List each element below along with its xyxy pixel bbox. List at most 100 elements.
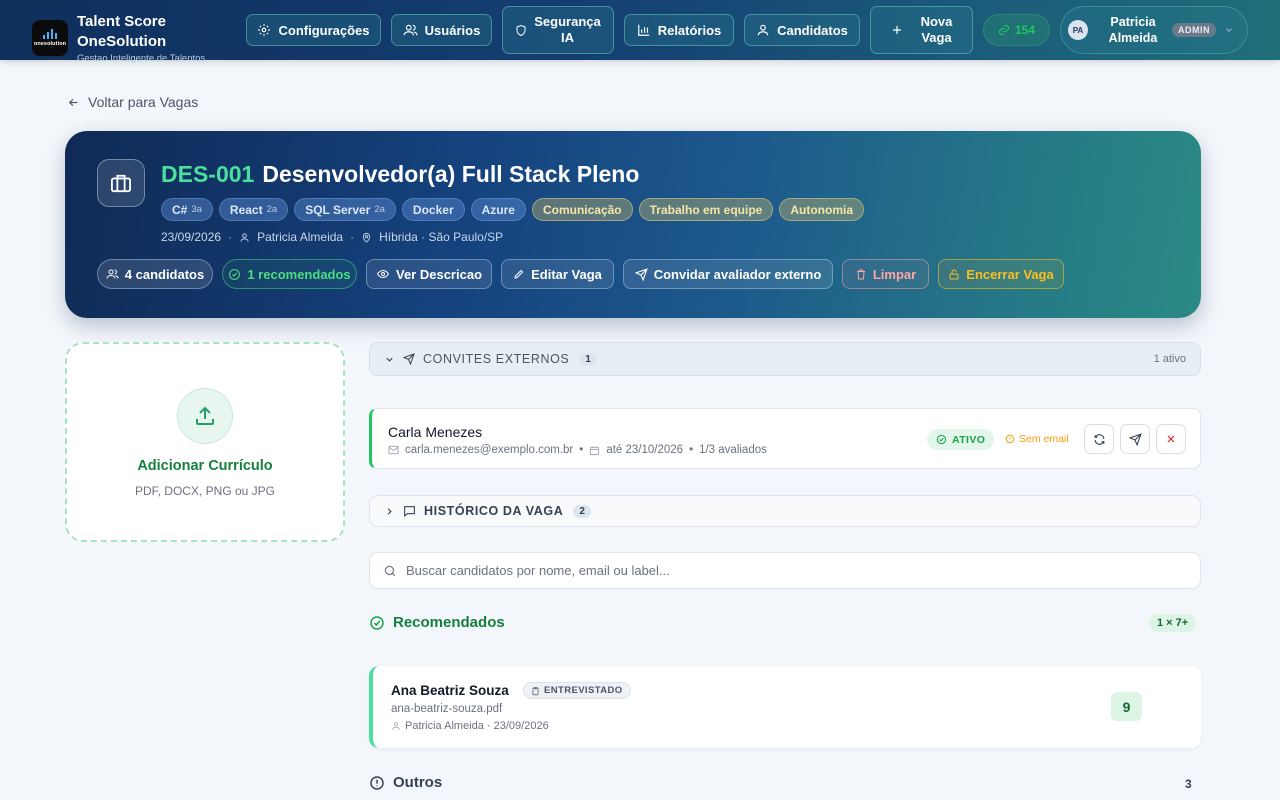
others-count: 3 — [1185, 777, 1192, 791]
link-icon — [998, 24, 1010, 36]
back-link[interactable]: Voltar para Vagas — [67, 94, 198, 110]
clear-button[interactable]: Limpar — [842, 259, 929, 289]
nav-nova-label-line2: Vaga — [921, 30, 952, 45]
nav-usuarios-label: Usuários — [424, 22, 481, 38]
candidates-count-button[interactable]: 4 candidatos — [97, 259, 213, 289]
refresh-icon — [1093, 433, 1106, 446]
recommended-count-button[interactable]: 1 recomendados — [222, 259, 357, 289]
brand-subtitle: Gestao Inteligente de Talentos — [77, 53, 206, 64]
logo-bars-icon — [43, 29, 57, 39]
revoke-button[interactable] — [1156, 424, 1186, 454]
recommended-count-badge: 1 × 7+ — [1149, 614, 1197, 632]
view-description-button[interactable]: Ver Descricao — [366, 259, 492, 289]
resend-button[interactable] — [1120, 424, 1150, 454]
nav-seguranca-label-line2: IA — [560, 30, 574, 45]
user-menu[interactable]: PA Patricia Almeida ADMIN — [1060, 6, 1248, 54]
nav-nova-label-line1: Nova — [920, 14, 953, 29]
candidate-search — [369, 552, 1201, 589]
invite-name: Carla Menezes — [388, 424, 483, 440]
tech-tag: React 2a — [218, 198, 289, 221]
recommended-header: Recomendados — [369, 614, 505, 631]
brand[interactable]: onesolution Talent Score OneSolution Ges… — [32, 12, 205, 64]
pencil-icon — [513, 268, 525, 280]
map-pin-icon — [361, 232, 372, 243]
tech-tag: Azure — [470, 198, 526, 221]
check-circle-icon — [369, 615, 385, 631]
nav-usuarios[interactable]: Usuários — [391, 14, 492, 46]
edit-job-button[interactable]: Editar Vaga — [501, 259, 614, 289]
role-badge: ADMIN — [1172, 23, 1216, 37]
users-icon — [403, 23, 418, 37]
logo-text: onesolution — [33, 41, 67, 47]
candidate-status-badge: ENTREVISTADO — [523, 682, 631, 699]
job-meta: 23/09/2026 · Patricia Almeida · Híbrida … — [161, 230, 504, 244]
nav-relatorios[interactable]: Relatórios — [624, 14, 734, 46]
alert-circle-icon — [1005, 434, 1015, 444]
user-icon — [756, 23, 770, 37]
status-badge: ATIVO — [927, 429, 995, 450]
upload-resume-dropzone[interactable]: Adicionar Currículo PDF, DOCX, PNG ou JP… — [65, 342, 345, 542]
search-input[interactable] — [406, 563, 1166, 578]
close-icon — [1165, 433, 1177, 445]
gear-icon — [257, 23, 271, 37]
clipboard-icon — [531, 686, 540, 696]
candidates-count-label: 4 candidatos — [124, 266, 205, 282]
arrow-left-icon — [67, 96, 80, 109]
user-name-line2: Almeida — [1108, 31, 1158, 45]
candidate-meta-text: Patricia Almeida · 23/09/2026 — [405, 720, 549, 732]
job-location: Híbrida · São Paulo/SP — [379, 230, 504, 244]
refresh-button[interactable] — [1084, 424, 1114, 454]
back-label: Voltar para Vagas — [88, 94, 199, 110]
credits-count: 154 — [1014, 23, 1036, 37]
user-icon — [239, 232, 250, 243]
candidate-file: ana-beatriz-souza.pdf — [391, 703, 503, 715]
edit-job-label: Editar Vaga — [531, 266, 602, 282]
send-icon — [403, 353, 415, 365]
invite-until: até 23/10/2026 — [606, 444, 684, 456]
candidate-meta: Patricia Almeida · 23/09/2026 — [391, 720, 549, 732]
section-label: CONVITES EXTERNOS — [423, 352, 570, 366]
bar-chart-icon — [637, 23, 651, 37]
trash-icon — [855, 268, 867, 281]
check-circle-icon — [936, 434, 947, 445]
message-square-icon — [403, 505, 416, 517]
invite-evaluator-button[interactable]: Convidar avaliador externo — [623, 259, 833, 289]
brand-title-line2: OneSolution — [77, 33, 167, 50]
nav-candidatos[interactable]: Candidatos — [744, 14, 860, 46]
upload-formats: PDF, DOCX, PNG ou JPG — [134, 484, 276, 498]
user-name-line1: Patricia — [1110, 15, 1156, 29]
check-circle-icon — [228, 268, 241, 281]
job-owner: Patricia Almeida — [257, 230, 344, 244]
nav-nova-vaga[interactable]: Nova Vaga — [870, 6, 973, 54]
count-badge: 1 — [579, 352, 597, 366]
lock-icon — [948, 268, 960, 281]
upload-icon — [177, 388, 233, 444]
avatar: PA — [1068, 20, 1088, 40]
job-date: 23/09/2026 — [161, 230, 222, 244]
calendar-icon — [589, 445, 600, 456]
eye-icon — [376, 268, 390, 280]
email-warning-label: Sem email — [1019, 433, 1069, 445]
briefcase-icon — [97, 159, 145, 207]
view-description-label: Ver Descricao — [396, 266, 483, 282]
plus-icon — [891, 24, 903, 36]
section-label: HISTÓRICO DA VAGA — [424, 504, 564, 518]
nav-configuracoes[interactable]: Configurações — [246, 14, 381, 46]
users-icon — [106, 268, 119, 280]
nav-relatorios-label: Relatórios — [657, 22, 722, 38]
tech-tag: C# 3a — [161, 198, 213, 221]
credits-badge[interactable]: 154 — [983, 14, 1050, 46]
shield-icon — [515, 24, 527, 37]
mail-icon — [388, 445, 399, 455]
job-history-toggle[interactable]: HISTÓRICO DA VAGA 2 — [369, 495, 1201, 527]
close-job-button[interactable]: Encerrar Vaga — [938, 259, 1064, 289]
upload-title: Adicionar Currículo — [137, 458, 273, 474]
candidate-card[interactable]: Ana Beatriz Souza ENTREVISTADO ana-beatr… — [369, 666, 1201, 748]
nav-seguranca-ia[interactable]: Segurança IA — [502, 6, 614, 54]
nav-seguranca-label-line1: Segurança — [534, 14, 601, 29]
nav-candidatos-label: Candidatos — [777, 22, 848, 38]
count-badge: 2 — [573, 504, 591, 518]
external-invites-toggle[interactable]: CONVITES EXTERNOS 1 1 ativo — [369, 342, 1201, 376]
send-icon — [1128, 432, 1142, 446]
user-icon — [391, 721, 401, 731]
